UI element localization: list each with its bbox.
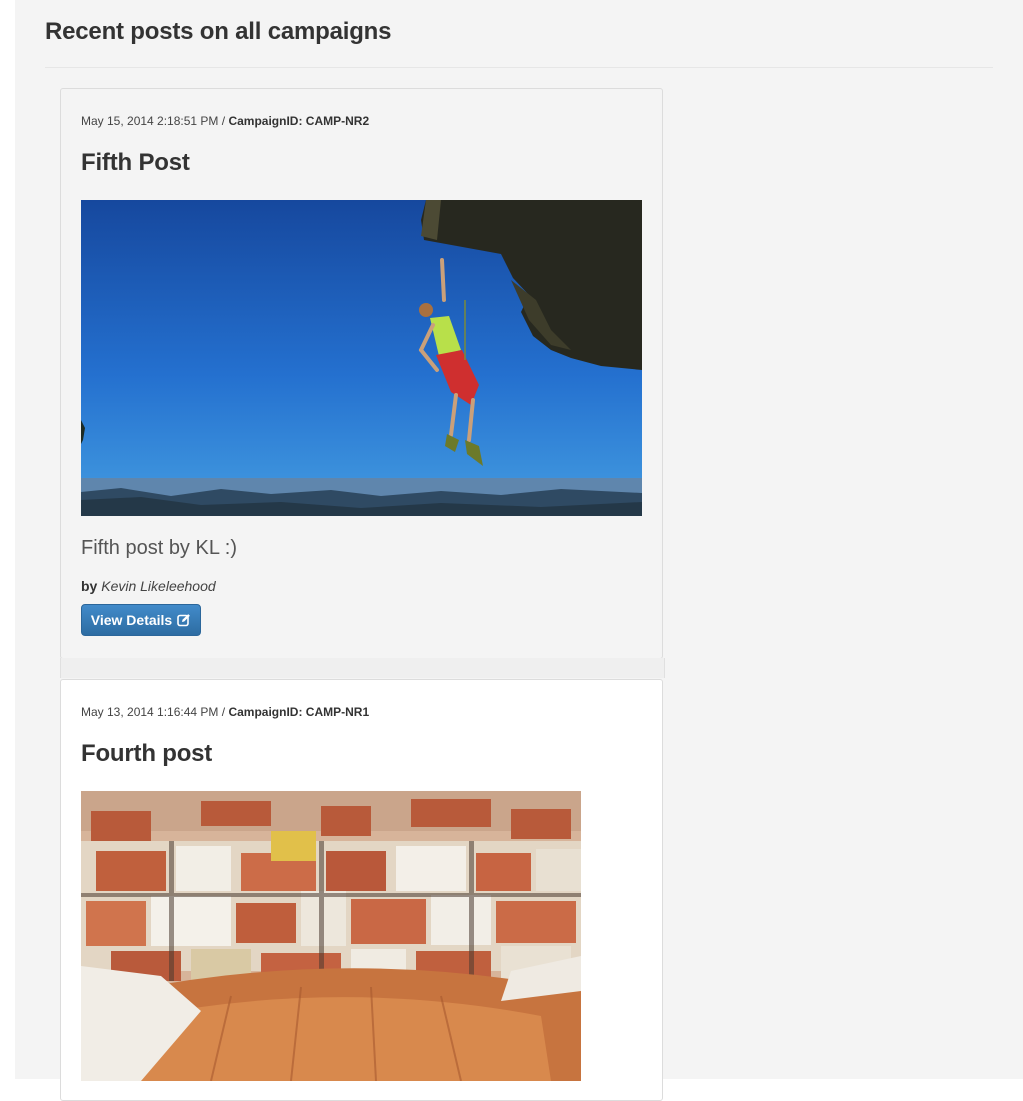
post-title: Fifth Post xyxy=(81,149,190,176)
edit-icon xyxy=(177,614,191,627)
page-title: Recent posts on all campaigns xyxy=(45,18,392,45)
post-byline: by Kevin Likeleehood xyxy=(81,578,216,594)
title-divider xyxy=(45,67,993,68)
page-background: Recent posts on all campaigns May 15, 20… xyxy=(15,0,1023,1101)
rock-climber-photo xyxy=(81,200,642,516)
campaign-id: CampaignID: CAMP-NR1 xyxy=(228,705,370,719)
meta-separator: / xyxy=(221,114,226,128)
post-card: May 15, 2014 2:18:51 PM / CampaignID: CA… xyxy=(60,88,663,659)
post-date: May 15, 2014 2:18:51 PM xyxy=(81,114,219,128)
post-body: Fifth post by KL :) xyxy=(81,537,237,559)
city-rooftops-photo xyxy=(81,791,581,1081)
post-date: May 13, 2014 1:16:44 PM xyxy=(81,705,219,719)
card-gap xyxy=(60,658,665,678)
view-details-label: View Details xyxy=(90,612,173,628)
view-details-button[interactable]: View Details xyxy=(81,604,201,636)
byline-label: by xyxy=(81,578,98,594)
campaign-id: CampaignID: CAMP-NR2 xyxy=(228,114,370,128)
post-meta: May 15, 2014 2:18:51 PM / CampaignID: CA… xyxy=(81,114,369,128)
post-title: Fourth post xyxy=(81,740,213,767)
post-card: May 13, 2014 1:16:44 PM / CampaignID: CA… xyxy=(60,679,663,1101)
post-meta: May 13, 2014 1:16:44 PM / CampaignID: CA… xyxy=(81,705,369,719)
meta-separator: / xyxy=(221,705,226,719)
author-name[interactable]: Kevin Likeleehood xyxy=(101,578,215,594)
